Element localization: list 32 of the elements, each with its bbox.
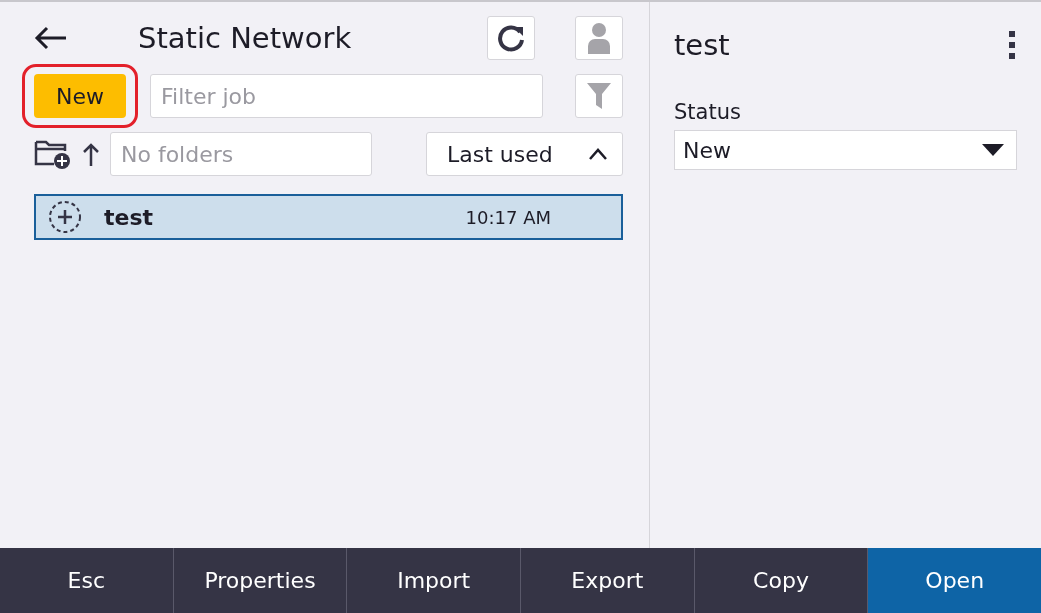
folder-up-button[interactable] (82, 142, 100, 166)
job-name: test (104, 204, 155, 230)
back-button[interactable] (34, 26, 68, 50)
folder-plus-icon (34, 138, 72, 170)
status-dropdown[interactable]: New (674, 130, 1017, 170)
job-row[interactable]: test 10:17 AM (34, 194, 623, 240)
new-button[interactable]: New (34, 74, 126, 118)
status-label: Status (674, 100, 742, 124)
person-icon (588, 22, 610, 54)
more-menu-button[interactable] (1007, 30, 1017, 60)
dropdown-triangle-icon (982, 144, 1004, 156)
footer-button[interactable]: Copy (694, 548, 869, 613)
up-arrow-icon (82, 142, 100, 166)
folder-field[interactable]: No folders (110, 132, 372, 176)
dashed-plus-circle-icon (48, 200, 82, 234)
footer-button[interactable]: Import (347, 548, 521, 613)
sort-dropdown[interactable]: Last used (426, 132, 623, 176)
chevron-up-icon (588, 148, 608, 160)
job-time: 10:17 AM (465, 206, 551, 228)
footer-button[interactable]: Esc (0, 548, 174, 613)
refresh-button[interactable] (487, 16, 535, 60)
refresh-icon (496, 23, 526, 53)
new-folder-button[interactable] (34, 138, 72, 170)
detail-title: test (674, 28, 731, 62)
footer-button[interactable]: Properties (173, 548, 348, 613)
funnel-icon (587, 83, 611, 109)
footer-button[interactable]: Open (868, 548, 1041, 613)
filter-field[interactable]: Filter job (150, 74, 543, 118)
footer-button[interactable]: Export (521, 548, 695, 613)
back-arrow-icon (34, 26, 68, 50)
page-title: Static Network (138, 21, 353, 55)
more-icon (1007, 30, 1017, 60)
